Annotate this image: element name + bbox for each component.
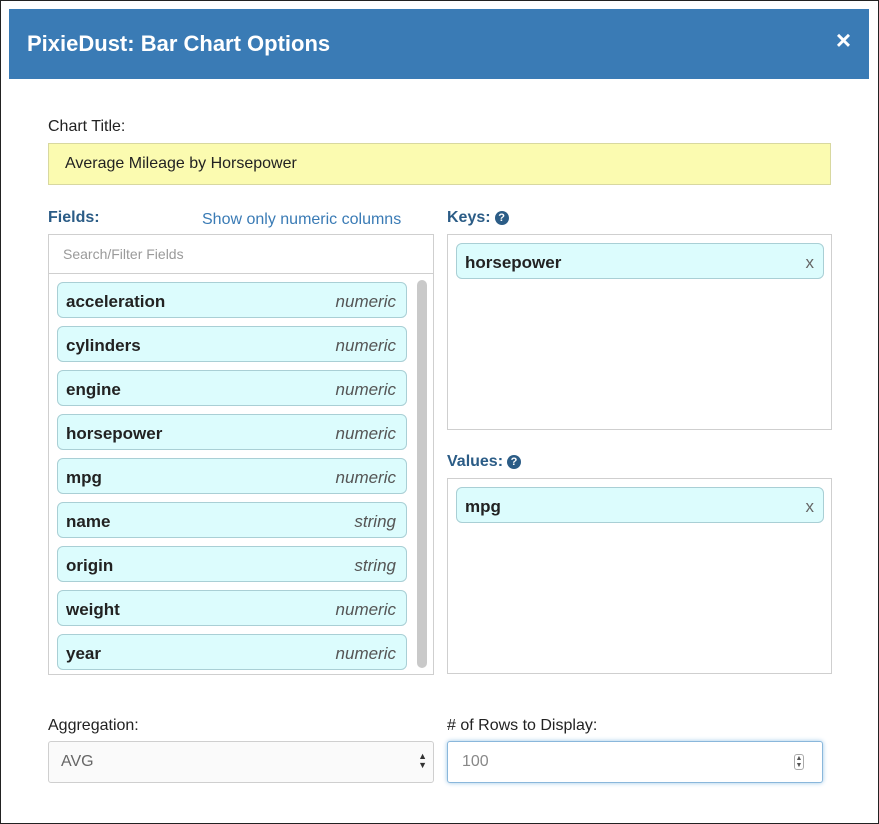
rows-to-display-value: 100 <box>462 753 489 770</box>
field-item-engine[interactable]: engine numeric <box>57 370 407 406</box>
field-name: origin <box>66 556 114 575</box>
fields-label: Fields: <box>48 209 100 226</box>
chart-title-input[interactable]: Average Mileage by Horsepower <box>48 143 831 185</box>
help-icon[interactable]: ? <box>507 455 522 469</box>
field-item-name[interactable]: name string <box>57 502 407 538</box>
key-chip-horsepower[interactable]: horsepower x <box>456 243 824 279</box>
field-name: cylinders <box>66 336 141 355</box>
chart-title-label: Chart Title: <box>48 118 126 135</box>
keys-label: Keys:? <box>447 209 509 227</box>
field-name: weight <box>66 600 120 619</box>
field-type: string <box>354 556 396 575</box>
key-chip-label: horsepower <box>465 253 562 272</box>
field-item-acceleration[interactable]: acceleration numeric <box>57 282 407 318</box>
field-type: numeric <box>335 336 396 355</box>
rows-to-display-label: # of Rows to Display: <box>447 717 598 734</box>
field-type: numeric <box>335 644 396 663</box>
keys-dropzone[interactable]: horsepower x <box>447 234 832 430</box>
dialog-header: PixieDust: Bar Chart Options × <box>9 9 869 79</box>
field-type: numeric <box>335 380 396 399</box>
select-arrows-icon: ▲ ▼ <box>418 751 427 770</box>
field-type: numeric <box>335 600 396 619</box>
field-item-origin[interactable]: origin string <box>57 546 407 582</box>
field-type: numeric <box>335 468 396 487</box>
field-item-year[interactable]: year numeric <box>57 634 407 670</box>
aggregation-selected-value: AVG <box>61 753 94 770</box>
remove-icon[interactable]: x <box>806 253 815 273</box>
search-filter-fields-input[interactable]: Search/Filter Fields <box>49 235 433 274</box>
value-chip-label: mpg <box>465 497 501 516</box>
help-icon[interactable]: ? <box>494 211 509 225</box>
field-name: name <box>66 512 111 531</box>
value-chip-mpg[interactable]: mpg x <box>456 487 824 523</box>
field-name: year <box>66 644 101 663</box>
close-icon[interactable]: × <box>836 27 851 53</box>
remove-icon[interactable]: x <box>806 497 815 517</box>
field-type: numeric <box>335 292 396 311</box>
aggregation-label: Aggregation: <box>48 717 139 734</box>
field-item-mpg[interactable]: mpg numeric <box>57 458 407 494</box>
field-item-horsepower[interactable]: horsepower numeric <box>57 414 407 450</box>
show-numeric-columns-link[interactable]: Show only numeric columns <box>202 211 401 229</box>
number-stepper-icon[interactable]: ▲ ▼ <box>794 754 804 770</box>
rows-to-display-input[interactable]: 100 ▲ ▼ <box>447 741 823 783</box>
values-label: Values:? <box>447 453 522 471</box>
field-item-weight[interactable]: weight numeric <box>57 590 407 626</box>
field-name: acceleration <box>66 292 166 311</box>
aggregation-select[interactable]: AVG ▲ ▼ <box>48 741 434 783</box>
fields-list: Search/Filter Fields acceleration numeri… <box>48 234 434 675</box>
dialog: PixieDust: Bar Chart Options × Chart Tit… <box>0 0 879 824</box>
field-name: horsepower <box>66 424 163 443</box>
values-label-text: Values: <box>447 453 504 470</box>
dialog-title: PixieDust: Bar Chart Options <box>27 31 331 56</box>
values-dropzone[interactable]: mpg x <box>447 478 832 674</box>
field-item-cylinders[interactable]: cylinders numeric <box>57 326 407 362</box>
field-type: string <box>354 512 396 531</box>
field-type: numeric <box>335 424 396 443</box>
fields-scrollbar[interactable] <box>417 280 427 668</box>
field-name: mpg <box>66 468 102 487</box>
keys-label-text: Keys: <box>447 209 491 226</box>
field-name: engine <box>66 380 121 399</box>
